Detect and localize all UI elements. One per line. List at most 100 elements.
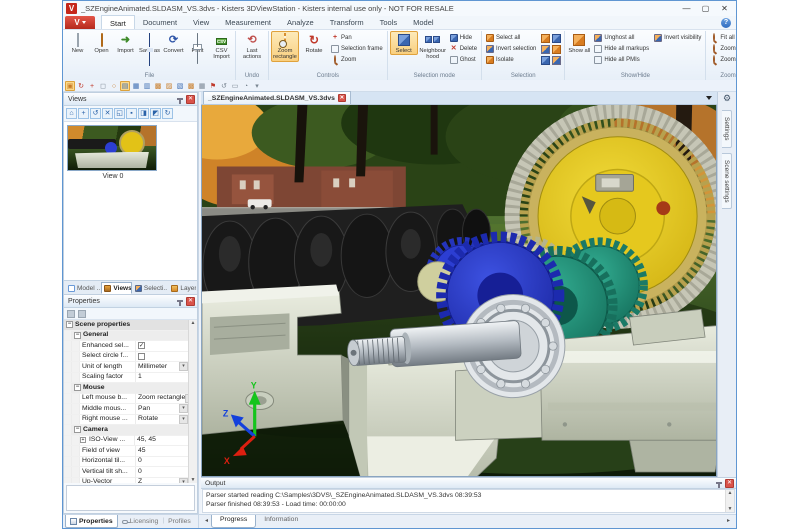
delete-button[interactable]: ✕ Delete xyxy=(448,44,479,54)
tab-model-tree[interactable]: Model ... xyxy=(65,282,101,294)
select-button[interactable]: Select xyxy=(389,31,418,56)
hide-all-markups-button[interactable]: Hide all markups xyxy=(592,44,651,54)
selection-extra-icon-1[interactable] xyxy=(541,34,551,43)
stop-icon[interactable]: ▪ xyxy=(126,108,137,119)
fit-all-button[interactable]: Fit all xyxy=(708,33,736,43)
last-actions-button[interactable]: ⟲ Last actions xyxy=(238,31,266,62)
rotate-icon[interactable]: ↻ xyxy=(76,81,86,91)
tab-selections[interactable]: Selecti... xyxy=(132,282,168,294)
new-button[interactable]: New xyxy=(66,31,89,55)
view-orientation-icon[interactable]: ◱ xyxy=(114,108,125,119)
pan-icon[interactable]: + xyxy=(87,81,97,91)
document-list-caret-icon[interactable] xyxy=(706,96,712,100)
selection-extra-icon-6[interactable] xyxy=(552,56,562,65)
hide-button[interactable]: Hide xyxy=(448,33,479,43)
checkbox-unchecked[interactable] xyxy=(138,352,145,360)
output-scrollbar[interactable]: ▲ ▼ xyxy=(725,490,734,512)
tab-licensing[interactable]: Licensing xyxy=(118,515,163,528)
more-caret-icon[interactable]: ▾ xyxy=(252,81,262,91)
selection-extra-icon-5[interactable] xyxy=(541,56,551,65)
group-general[interactable]: General xyxy=(64,330,188,341)
show-all-icon[interactable]: ▩ xyxy=(186,81,196,91)
scroll-tabs-left-icon[interactable]: ◂ xyxy=(202,515,211,526)
tab-settings[interactable]: Settings xyxy=(722,110,732,148)
tab-views[interactable]: Views xyxy=(101,282,132,294)
pin-icon[interactable] xyxy=(177,300,183,306)
zoom-in-button[interactable]: Zoom in xyxy=(708,44,736,54)
title-bar[interactable]: V _SZEngineAnimated.SLDASM_VS.3dvs - Kis… xyxy=(63,1,736,16)
zoom-out-button[interactable]: Zoom out xyxy=(708,55,736,65)
show-all-button[interactable]: Show all xyxy=(567,31,591,55)
dropdown-arrow-icon[interactable] xyxy=(179,404,188,414)
minimize-button[interactable]: — xyxy=(677,2,696,15)
output-panel-header[interactable]: Output xyxy=(201,478,736,489)
group-camera[interactable]: Camera xyxy=(64,425,188,436)
neighbourhood-button[interactable]: Neighbour hood xyxy=(419,31,447,62)
delete-view-icon[interactable]: ✕ xyxy=(102,108,113,119)
zoom-icon[interactable]: ○ xyxy=(109,81,119,91)
zoom-rectangle-icon[interactable]: ▣ xyxy=(65,81,75,91)
copy-properties-icon[interactable] xyxy=(67,310,75,318)
hide-all-pmis-button[interactable]: Hide all PMIs xyxy=(592,55,651,65)
scroll-tabs-right-icon[interactable]: ▸ xyxy=(724,515,733,526)
hide-icon[interactable]: ▥ xyxy=(142,81,152,91)
help-icon[interactable]: ? xyxy=(721,18,731,28)
close-icon[interactable] xyxy=(186,94,195,104)
pin-icon[interactable] xyxy=(716,482,722,488)
invert-selection-button[interactable]: Invert selection xyxy=(484,44,538,54)
neighbourhood-icon[interactable]: ▦ xyxy=(131,81,141,91)
isolate-button[interactable]: Isolate xyxy=(484,55,538,65)
selection-extra-icon-4[interactable] xyxy=(552,45,562,54)
tab-tools[interactable]: Tools xyxy=(372,15,406,29)
invert-visibility-button[interactable]: Invert visibility xyxy=(652,33,703,43)
dropdown-arrow-icon[interactable] xyxy=(179,414,188,424)
select-icon[interactable]: ▤ xyxy=(120,81,130,91)
loop-views-icon[interactable]: ◩ xyxy=(150,108,161,119)
tab-profiles[interactable]: Profiles xyxy=(164,515,195,528)
tab-measurement[interactable]: Measurement xyxy=(217,15,279,29)
rotate-button[interactable]: ↻ Rotate xyxy=(300,31,328,55)
selection-frame-button[interactable]: Selection frame xyxy=(329,44,385,54)
dropdown-arrow-icon[interactable] xyxy=(179,362,188,372)
expand-icon[interactable] xyxy=(80,437,86,444)
add-view-icon[interactable]: + xyxy=(78,108,89,119)
close-icon[interactable] xyxy=(725,478,734,488)
refresh-views-icon[interactable]: ↻ xyxy=(162,108,173,119)
refresh-icon[interactable]: ↺ xyxy=(219,81,229,91)
group-scene-properties[interactable]: Scene properties xyxy=(64,320,188,331)
tab-scene-settings[interactable]: Scene settings xyxy=(722,152,732,210)
properties-panel-header[interactable]: Properties xyxy=(64,295,197,308)
pin-icon[interactable] xyxy=(177,98,183,104)
unghost-all-button[interactable]: Unghost all xyxy=(592,33,651,43)
open-button[interactable]: Open xyxy=(90,31,113,55)
tab-model[interactable]: Model xyxy=(405,15,441,29)
application-menu-button[interactable]: V xyxy=(65,16,95,29)
clock-icon[interactable]: ◔ xyxy=(241,81,251,91)
tab-analyze[interactable]: Analyze xyxy=(279,15,322,29)
save-as-button[interactable]: Save as xyxy=(138,31,161,66)
close-document-icon[interactable] xyxy=(337,94,346,102)
views-panel-header[interactable]: Views xyxy=(64,93,197,106)
tab-properties[interactable]: Properties xyxy=(65,515,118,528)
print-button[interactable]: Print xyxy=(186,31,209,64)
tab-view[interactable]: View xyxy=(185,15,217,29)
maximize-button[interactable]: ▢ xyxy=(696,2,715,15)
unghost-icon[interactable]: ▦ xyxy=(197,81,207,91)
frame-icon[interactable]: ▭ xyxy=(230,81,240,91)
pan-button[interactable]: + Pan xyxy=(329,33,385,43)
import-button[interactable]: ➜ Import xyxy=(114,31,137,55)
collapse-icon[interactable] xyxy=(74,426,81,434)
play-views-icon[interactable]: ◨ xyxy=(138,108,149,119)
tab-layer[interactable]: Layer xyxy=(168,282,197,294)
zoom-rectangle-button[interactable]: Zoom rectangle xyxy=(271,31,299,62)
export-properties-icon[interactable] xyxy=(78,310,86,318)
select-all-icon[interactable]: ▩ xyxy=(153,81,163,91)
viewport-3d[interactable]: Y Z X xyxy=(201,105,717,477)
tab-information[interactable]: Information xyxy=(256,515,306,528)
convert-button[interactable]: ⟳ Convert xyxy=(162,31,185,55)
flag-icon[interactable]: ⚑ xyxy=(208,81,218,91)
zoom-button[interactable]: Zoom xyxy=(329,55,385,65)
tab-start[interactable]: Start xyxy=(101,15,135,29)
selection-extra-icon-3[interactable] xyxy=(541,45,551,54)
collapse-icon[interactable] xyxy=(66,321,73,329)
